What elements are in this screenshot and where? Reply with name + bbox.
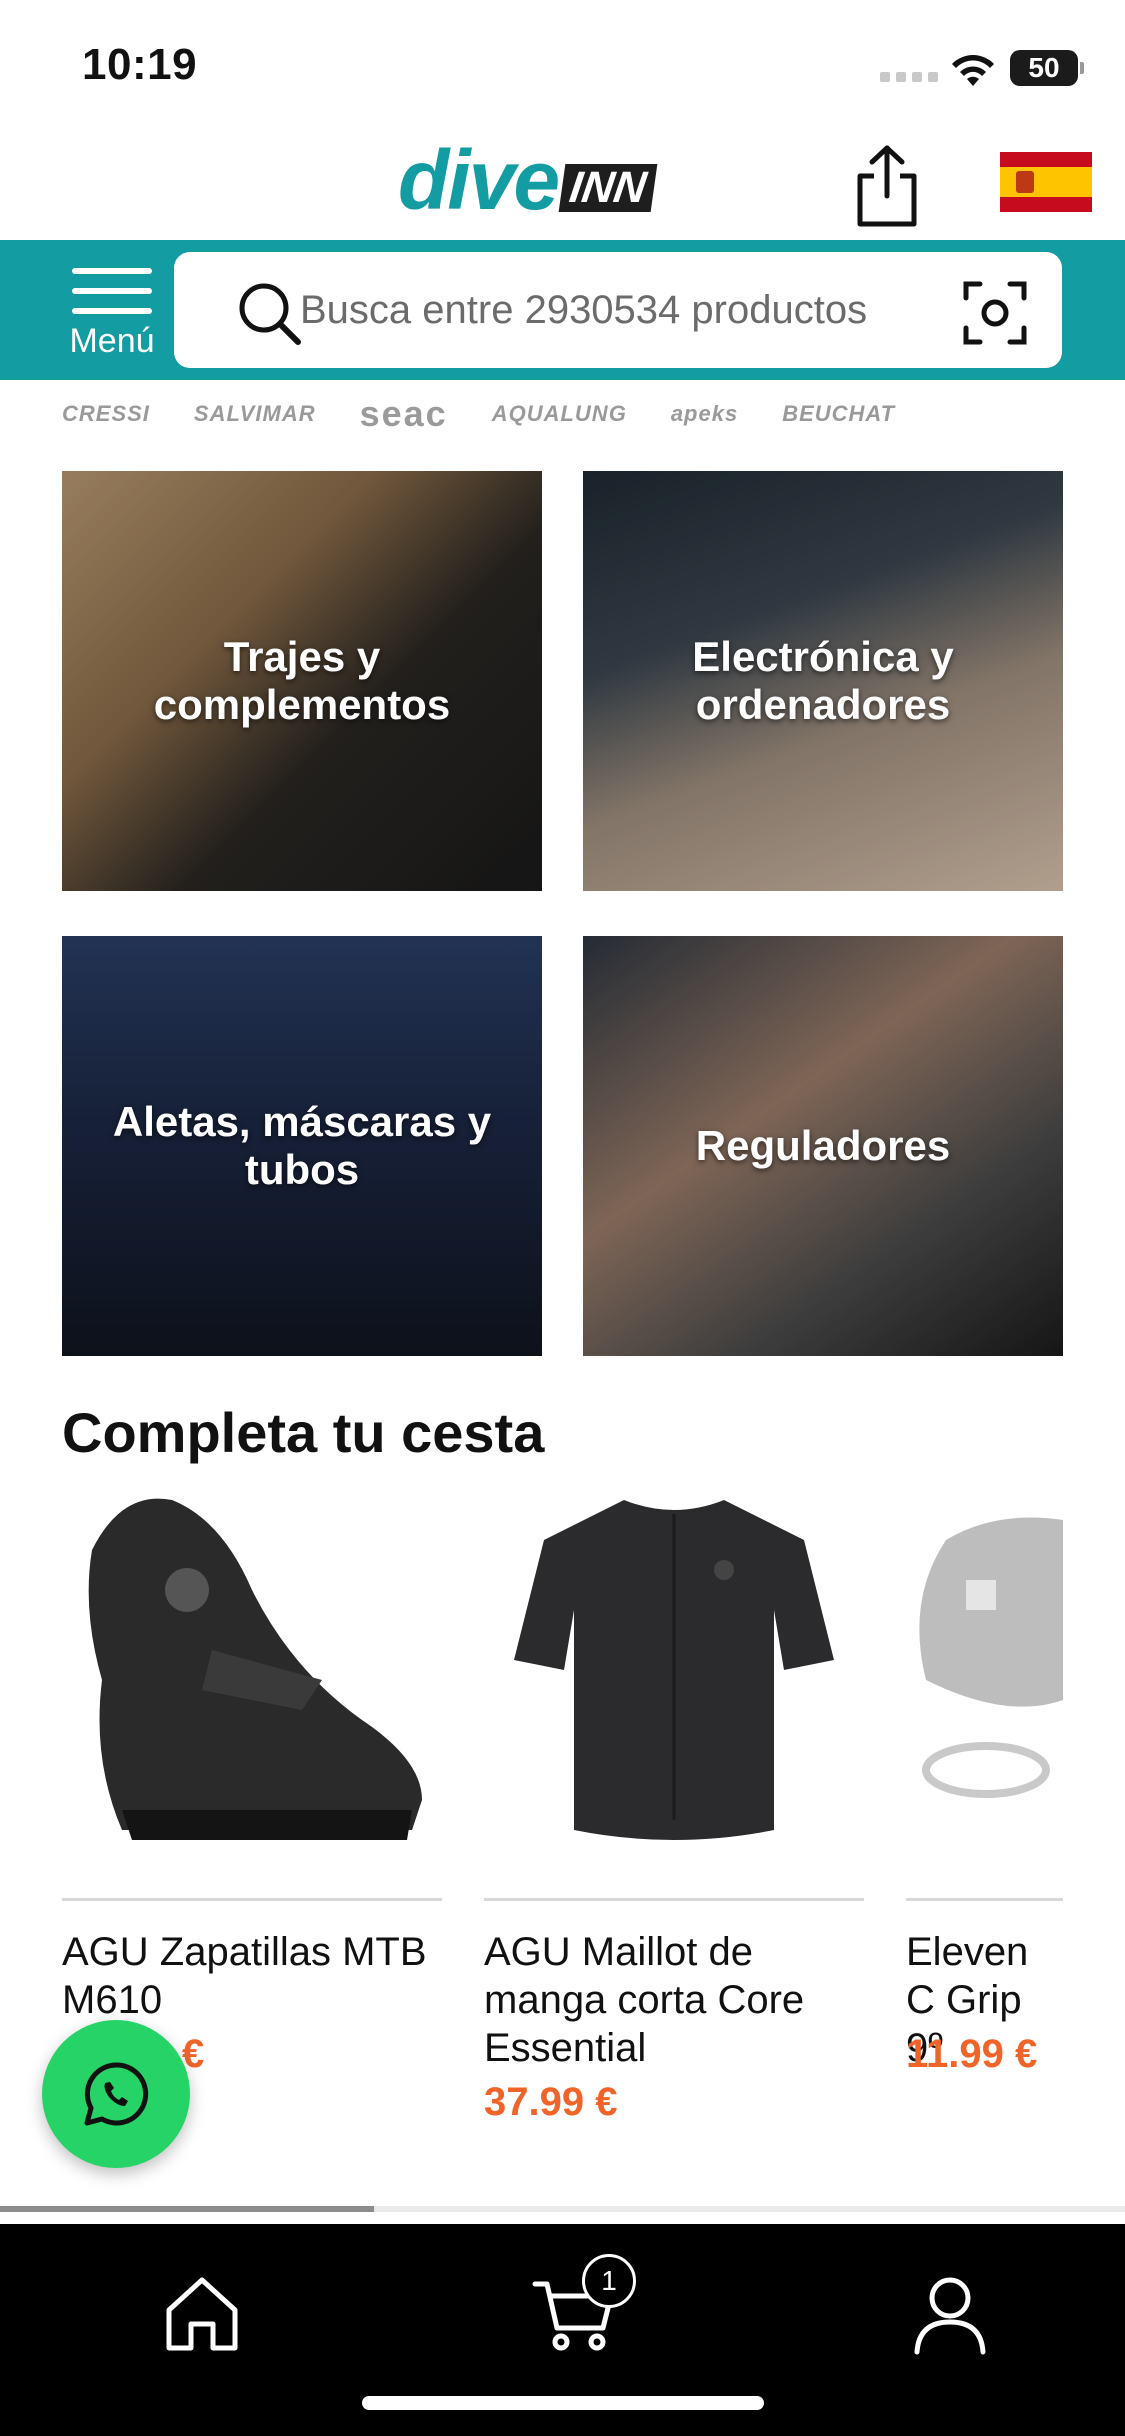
brand-logo-cressi[interactable]: CRESSI — [62, 401, 150, 427]
product-image-cleats — [919, 1517, 1063, 1798]
menu-button[interactable]: Menú — [52, 258, 172, 368]
status-time: 10:19 — [82, 40, 198, 89]
product-price: 37.99 € — [484, 2080, 618, 2120]
home-icon — [166, 2277, 238, 2351]
divinn-logo[interactable]: dive INN — [398, 133, 658, 227]
category-label: Trajes y complementos — [153, 632, 451, 728]
home-indicator — [362, 2396, 764, 2410]
category-label: Electrónica y ordenadores — [692, 632, 954, 728]
user-icon — [914, 2277, 986, 2355]
brand-logo-apeks[interactable]: apeks — [671, 401, 738, 427]
share-icon[interactable] — [852, 142, 922, 230]
brand-logo-beuchat[interactable]: BEUCHAT — [782, 401, 895, 427]
cart-count-badge: 1 — [582, 2254, 636, 2308]
product-image-jersey — [514, 1500, 834, 1840]
product-price: 11.99 € — [906, 2032, 1038, 2076]
battery-icon: 50 — [1010, 50, 1084, 86]
spain-flag-icon[interactable] — [1000, 152, 1092, 212]
hamburger-icon — [52, 268, 172, 314]
nav-home[interactable] — [142, 2268, 262, 2368]
product-name: AGU Zapatillas MTB M610 — [62, 1930, 427, 2022]
category-tile-electronics[interactable]: Electrónica y ordenadores — [583, 471, 1063, 891]
status-bar: 10:19 50 — [0, 0, 1125, 132]
logo-inn-text: INN — [558, 163, 658, 212]
search-box[interactable] — [174, 252, 1062, 368]
category-tile-regulators[interactable]: Reguladores — [583, 936, 1063, 1356]
bottom-navigation: 1 — [0, 2224, 1125, 2436]
product-card[interactable]: AGU Maillot de manga corta Core Essentia… — [484, 1480, 864, 2120]
signal-icon — [880, 72, 938, 82]
category-tile-fins-masks[interactable]: Aletas, máscaras y tubos — [62, 936, 542, 1356]
category-label: Aletas, máscaras y tubos — [112, 1097, 492, 1193]
search-input[interactable] — [300, 282, 920, 338]
scroll-thumb[interactable] — [0, 2206, 374, 2212]
whatsapp-button[interactable] — [42, 2020, 190, 2168]
section-title: Completa tu cesta — [62, 1401, 545, 1464]
logo-dive-text: dive — [398, 133, 560, 227]
whatsapp-icon — [84, 2062, 149, 2126]
category-label: Reguladores — [695, 1121, 951, 1169]
camera-scan-icon[interactable] — [960, 278, 1030, 348]
brands-carousel[interactable]: CRESSI SALVIMAR seac AQUALUNG apeks BEUC… — [62, 384, 1062, 444]
nav-account[interactable] — [890, 2268, 1010, 2368]
brand-logo-seac[interactable]: seac — [360, 393, 448, 435]
wifi-icon — [952, 55, 994, 86]
product-card[interactable]: Eleven C Grip 9º 11.99 € — [906, 1480, 1063, 2120]
category-tile-suits[interactable]: Trajes y complementos — [62, 471, 542, 891]
brand-logo-aqualung[interactable]: AQUALUNG — [492, 401, 627, 427]
search-bar-container: Menú — [0, 240, 1125, 380]
menu-label: Menú — [69, 322, 155, 360]
app-header: dive INN — [0, 132, 1125, 240]
brand-logo-salvimar[interactable]: SALVIMAR — [194, 401, 316, 427]
search-icon[interactable] — [234, 278, 304, 348]
product-name: AGU Maillot de manga corta Core Essentia… — [484, 1930, 805, 2070]
product-image-shoe — [88, 1498, 423, 1840]
nav-cart[interactable]: 1 — [514, 2254, 636, 2368]
